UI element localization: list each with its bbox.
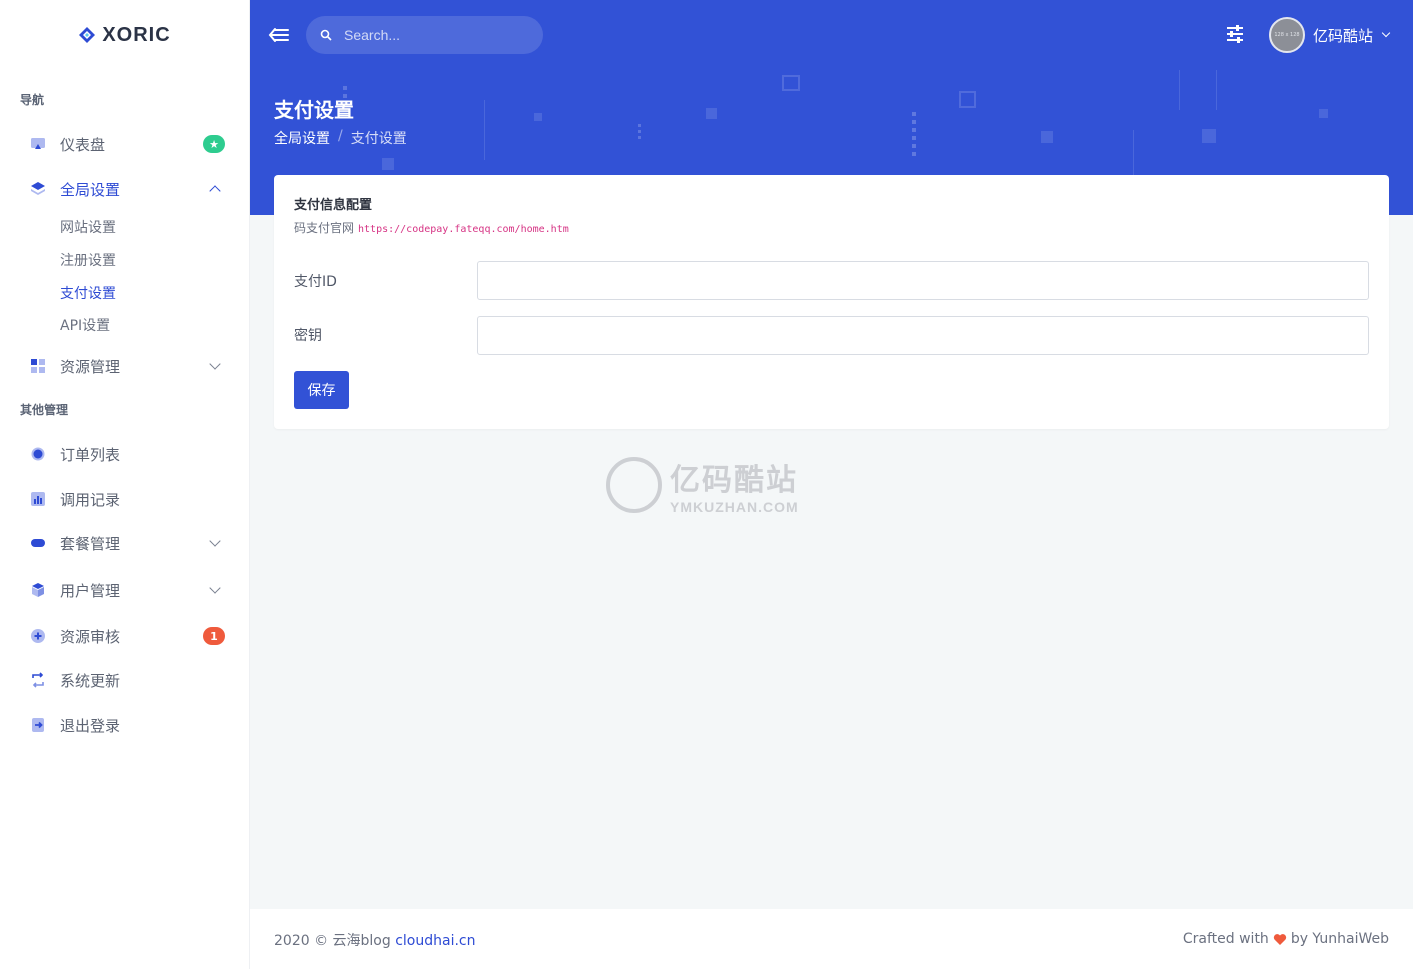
search-input[interactable] bbox=[344, 27, 524, 43]
secret-key-input[interactable] bbox=[477, 316, 1369, 355]
decor-square bbox=[534, 113, 542, 121]
bar-chart-icon bbox=[30, 491, 46, 507]
payment-settings-card: 支付信息配置 码支付官网 https://codepay.fateqq.com/… bbox=[274, 175, 1389, 429]
circle-icon bbox=[30, 446, 46, 462]
sidebar: XORIC 导航 仪表盘 ★ 全局设置 网站设置 注册设置 支付设置 API设置… bbox=[0, 0, 250, 969]
sidebar-subitem-payment-settings[interactable]: 支付设置 bbox=[60, 284, 116, 304]
sidebar-item-label: 退出登录 bbox=[60, 716, 121, 735]
card-title: 支付信息配置 bbox=[294, 198, 373, 213]
brand[interactable]: XORIC bbox=[0, 0, 249, 70]
footer-link[interactable]: cloudhai.cn bbox=[395, 933, 475, 949]
sidebar-subitem-api-settings[interactable]: API设置 bbox=[60, 316, 110, 336]
decor-line bbox=[1216, 70, 1217, 110]
sliders-icon[interactable] bbox=[1225, 24, 1245, 44]
count-badge: 1 bbox=[203, 627, 225, 645]
monitor-icon bbox=[30, 136, 46, 152]
brand-name: XORIC bbox=[102, 23, 171, 46]
chevron-down-icon bbox=[209, 582, 221, 594]
pay-id-label: 支付ID bbox=[294, 274, 337, 290]
decor-line bbox=[1179, 70, 1180, 110]
decor-dots bbox=[912, 112, 916, 156]
sidebar-subitem-register-settings[interactable]: 注册设置 bbox=[60, 251, 116, 271]
heart-icon bbox=[1273, 933, 1286, 945]
logo-icon bbox=[79, 27, 96, 43]
search-bar[interactable] bbox=[306, 16, 543, 54]
watermark-text: 亿码酷站 bbox=[670, 463, 798, 498]
sidebar-subitem-website-settings[interactable]: 网站设置 bbox=[60, 218, 116, 238]
star-badge: ★ bbox=[203, 135, 225, 153]
pill-icon bbox=[30, 535, 46, 551]
decor-dots bbox=[638, 124, 641, 142]
copyright-text: 2020 © 云海blog bbox=[274, 933, 396, 949]
decor-square bbox=[706, 108, 717, 119]
chat-icon bbox=[30, 628, 46, 644]
decor-outline-square bbox=[782, 75, 800, 91]
page-title: 支付设置 bbox=[274, 98, 354, 122]
card-subtitle: 码支付官网 https://codepay.fateqq.com/home.ht… bbox=[294, 219, 569, 236]
watermark-subtext: YMKUZHAN.COM bbox=[670, 499, 799, 515]
logout-icon bbox=[30, 717, 46, 733]
breadcrumb-link[interactable]: 全局设置 bbox=[274, 128, 330, 148]
footer-copyright: 2020 © 云海blog cloudhai.cn bbox=[274, 930, 476, 950]
pay-id-input[interactable] bbox=[477, 261, 1369, 300]
decor-line bbox=[484, 100, 485, 160]
sidebar-item-label: 全局设置 bbox=[60, 180, 121, 199]
grid-icon bbox=[30, 358, 46, 374]
footer-credit: Crafted with by YunhaiWeb bbox=[1183, 931, 1389, 947]
chevron-down-icon bbox=[209, 358, 221, 370]
menu-toggle-icon[interactable] bbox=[268, 24, 290, 46]
avatar[interactable]: 128 x 128 bbox=[1269, 17, 1305, 53]
breadcrumb: 全局设置 / 支付设置 bbox=[274, 128, 407, 148]
breadcrumb-current: 支付设置 bbox=[350, 131, 407, 147]
search-icon bbox=[320, 29, 332, 41]
sidebar-item-label: 仪表盘 bbox=[60, 135, 106, 154]
user-menu[interactable]: 128 x 128 亿码酷站 bbox=[1269, 17, 1391, 53]
sidebar-item-call-logs[interactable]: 调用记录 bbox=[0, 484, 249, 514]
refresh-icon bbox=[30, 672, 46, 688]
decor-square bbox=[382, 158, 394, 170]
sidebar-item-packages[interactable]: 套餐管理 bbox=[0, 528, 249, 558]
nav-heading: 导航 bbox=[20, 93, 45, 107]
decor-outline-square bbox=[959, 91, 976, 108]
sidebar-item-resources[interactable]: 资源管理 bbox=[0, 351, 249, 381]
breadcrumb-separator: / bbox=[338, 128, 343, 144]
sidebar-item-label: 订单列表 bbox=[60, 445, 121, 464]
chevron-up-icon bbox=[209, 185, 221, 197]
sidebar-item-orders[interactable]: 订单列表 bbox=[0, 439, 249, 469]
crafted-text: Crafted with bbox=[1182, 931, 1269, 947]
chevron-down-icon bbox=[1381, 28, 1391, 38]
card-subtitle-text: 码支付官网 bbox=[294, 221, 355, 235]
sidebar-item-label: 用户管理 bbox=[60, 581, 121, 600]
sidebar-item-logout[interactable]: 退出登录 bbox=[0, 710, 249, 740]
watermark-logo-icon bbox=[606, 457, 662, 513]
user-name: 亿码酷站 bbox=[1313, 26, 1374, 45]
sidebar-item-label: 调用记录 bbox=[60, 490, 121, 509]
cube-icon bbox=[30, 582, 46, 598]
other-heading: 其他管理 bbox=[20, 403, 69, 417]
sidebar-item-users[interactable]: 用户管理 bbox=[0, 575, 249, 605]
sidebar-item-label: 资源审核 bbox=[60, 627, 121, 646]
sidebar-item-dashboard[interactable]: 仪表盘 ★ bbox=[0, 129, 249, 159]
sidebar-item-global-settings[interactable]: 全局设置 bbox=[0, 174, 249, 204]
save-button[interactable]: 保存 bbox=[294, 371, 349, 409]
footer: 2020 © 云海blog cloudhai.cn Crafted with b… bbox=[250, 909, 1413, 969]
watermark: 亿码酷站 YMKUZHAN.COM bbox=[606, 455, 799, 515]
decor-square bbox=[1202, 129, 1216, 143]
decor-square bbox=[1041, 131, 1053, 143]
layers-icon bbox=[30, 181, 46, 197]
decor-line bbox=[1133, 130, 1134, 180]
sidebar-item-label: 系统更新 bbox=[60, 671, 121, 690]
secret-key-label: 密钥 bbox=[294, 328, 322, 344]
chevron-down-icon bbox=[209, 535, 221, 547]
sidebar-item-label: 套餐管理 bbox=[60, 534, 121, 553]
sidebar-item-resource-review[interactable]: 资源审核 1 bbox=[0, 621, 249, 651]
decor-square bbox=[1319, 109, 1328, 118]
author-text: by YunhaiWeb bbox=[1290, 931, 1389, 947]
sidebar-item-label: 资源管理 bbox=[60, 357, 121, 376]
codepay-link[interactable]: https://codepay.fateqq.com/home.htm bbox=[358, 224, 569, 235]
sidebar-item-system-update[interactable]: 系统更新 bbox=[0, 665, 249, 695]
